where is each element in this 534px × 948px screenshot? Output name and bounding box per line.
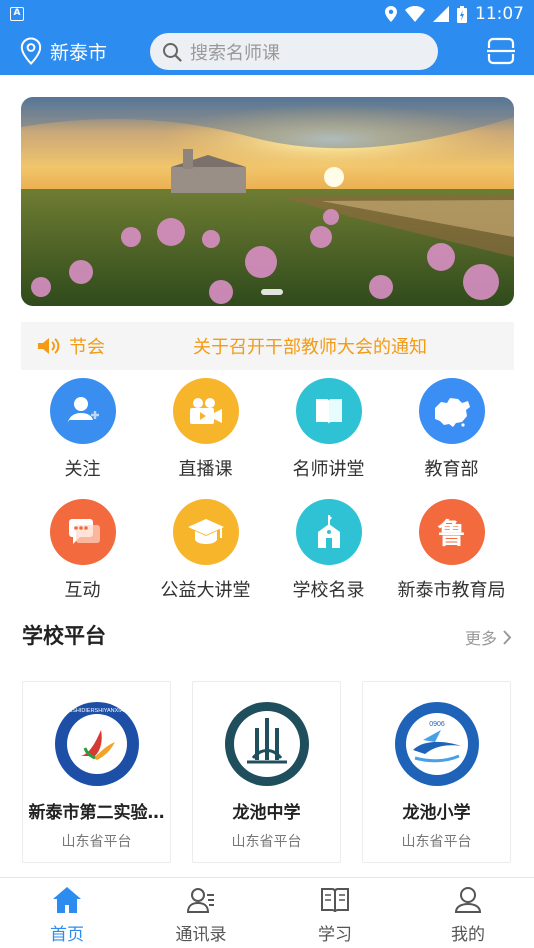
grid-item-master-lecture[interactable]: 名师讲堂 bbox=[267, 378, 390, 488]
wifi-icon bbox=[405, 6, 425, 22]
school-name: 龙池小学 bbox=[402, 803, 471, 823]
home-icon bbox=[53, 887, 81, 913]
grid-item-label: 学校名录 bbox=[292, 580, 365, 601]
lu-character-icon: 鲁 bbox=[418, 499, 485, 565]
grid-item-label: 教育部 bbox=[424, 459, 479, 480]
chevron-right-icon bbox=[503, 629, 512, 645]
status-bar: A 11:07 bbox=[0, 0, 534, 28]
tab-label: 学习 bbox=[318, 925, 352, 945]
china-map-icon bbox=[418, 378, 485, 444]
grid-item-follow[interactable]: 关注 bbox=[21, 378, 144, 488]
bottom-tab-bar: 首页 通讯录 学习 我的 bbox=[0, 877, 534, 948]
scan-icon bbox=[487, 37, 515, 65]
school-logo-ring-text: XINTAISHIDIERSHIYANXIAOXUE bbox=[54, 708, 138, 714]
school-name: 龙池中学 bbox=[232, 803, 301, 823]
banner-carousel[interactable] bbox=[21, 97, 514, 306]
school-logo: XINTAISHIDIERSHIYANXIAOXUE bbox=[54, 702, 139, 786]
tab-label: 首页 bbox=[50, 925, 84, 945]
grid-item-label: 名师讲堂 bbox=[292, 459, 365, 480]
school-platform: 山东省平台 bbox=[401, 834, 472, 850]
grid-item-label: 互动 bbox=[64, 580, 101, 601]
contacts-icon bbox=[186, 888, 214, 913]
school-building-icon bbox=[295, 499, 362, 565]
section-title: 学校平台 bbox=[22, 624, 106, 648]
location-pin-icon bbox=[20, 37, 42, 65]
open-book-icon bbox=[321, 888, 349, 913]
grid-item-label: 新泰市教育局 bbox=[397, 580, 506, 601]
graduation-cap-icon bbox=[172, 499, 239, 565]
search-input[interactable]: 搜索名师课 bbox=[150, 33, 438, 70]
grid-item-label: 公益大讲堂 bbox=[160, 580, 251, 601]
location-selector[interactable]: 新泰市 bbox=[20, 37, 107, 65]
clock: 11:07 bbox=[475, 4, 524, 24]
grid-item-ministry-education[interactable]: 教育部 bbox=[390, 378, 513, 488]
video-camera-icon bbox=[172, 378, 239, 444]
battery-icon bbox=[457, 5, 467, 23]
book-icon bbox=[295, 378, 362, 444]
school-card[interactable]: XINTAISHIDIERSHIYANXIAOXUE 新泰市第二实验… 山东省平… bbox=[22, 681, 171, 863]
school-logo bbox=[224, 702, 309, 786]
chat-icon bbox=[49, 499, 116, 565]
signal-icon bbox=[433, 6, 449, 22]
carousel-indicator[interactable] bbox=[261, 289, 283, 295]
speaker-icon bbox=[38, 338, 60, 354]
more-link[interactable]: 更多 bbox=[465, 625, 512, 649]
notice-tag: 节会 bbox=[69, 337, 105, 358]
school-logo: 0906 bbox=[394, 702, 479, 786]
search-icon bbox=[163, 42, 182, 62]
notification-badge-icon: A bbox=[10, 7, 24, 21]
school-platform: 山东省平台 bbox=[231, 834, 302, 850]
search-placeholder: 搜索名师课 bbox=[190, 42, 280, 64]
tab-profile[interactable]: 我的 bbox=[423, 886, 513, 945]
grid-item-live-class[interactable]: 直播课 bbox=[144, 378, 267, 488]
notice-bar[interactable]: 节会 关于召开干部教师大会的通知 bbox=[21, 322, 514, 370]
scan-button[interactable] bbox=[486, 37, 516, 69]
tab-home[interactable]: 首页 bbox=[22, 886, 112, 945]
tab-study[interactable]: 学习 bbox=[290, 886, 380, 945]
grid-item-label: 直播课 bbox=[178, 459, 233, 480]
location-label: 新泰市 bbox=[50, 41, 108, 64]
tab-label: 我的 bbox=[451, 925, 485, 945]
grid-item-interaction[interactable]: 互动 bbox=[21, 499, 144, 609]
school-card[interactable]: 龙池中学 山东省平台 bbox=[192, 681, 341, 863]
grid-item-school-directory[interactable]: 学校名录 bbox=[267, 499, 390, 609]
school-logo-badge-text: 0906 bbox=[429, 721, 445, 728]
more-label: 更多 bbox=[464, 629, 497, 648]
follow-user-icon bbox=[49, 378, 116, 444]
location-status-icon bbox=[385, 6, 397, 22]
banner-image bbox=[21, 97, 514, 306]
school-name: 新泰市第二实验… bbox=[28, 803, 165, 823]
notice-text[interactable]: 关于召开干部教师大会的通知 bbox=[193, 333, 427, 359]
profile-icon bbox=[454, 887, 482, 913]
tab-label: 通讯录 bbox=[175, 925, 227, 945]
school-platform: 山东省平台 bbox=[61, 834, 132, 850]
app-header: 新泰市 搜索名师课 bbox=[0, 28, 534, 75]
grid-item-public-lecture[interactable]: 公益大讲堂 bbox=[144, 499, 267, 609]
tab-contacts[interactable]: 通讯录 bbox=[156, 886, 246, 945]
grid-item-label: 关注 bbox=[64, 459, 101, 480]
school-card[interactable]: 0906 龙池小学 山东省平台 bbox=[362, 681, 511, 863]
grid-item-education-bureau[interactable]: 鲁 新泰市教育局 bbox=[390, 499, 513, 609]
